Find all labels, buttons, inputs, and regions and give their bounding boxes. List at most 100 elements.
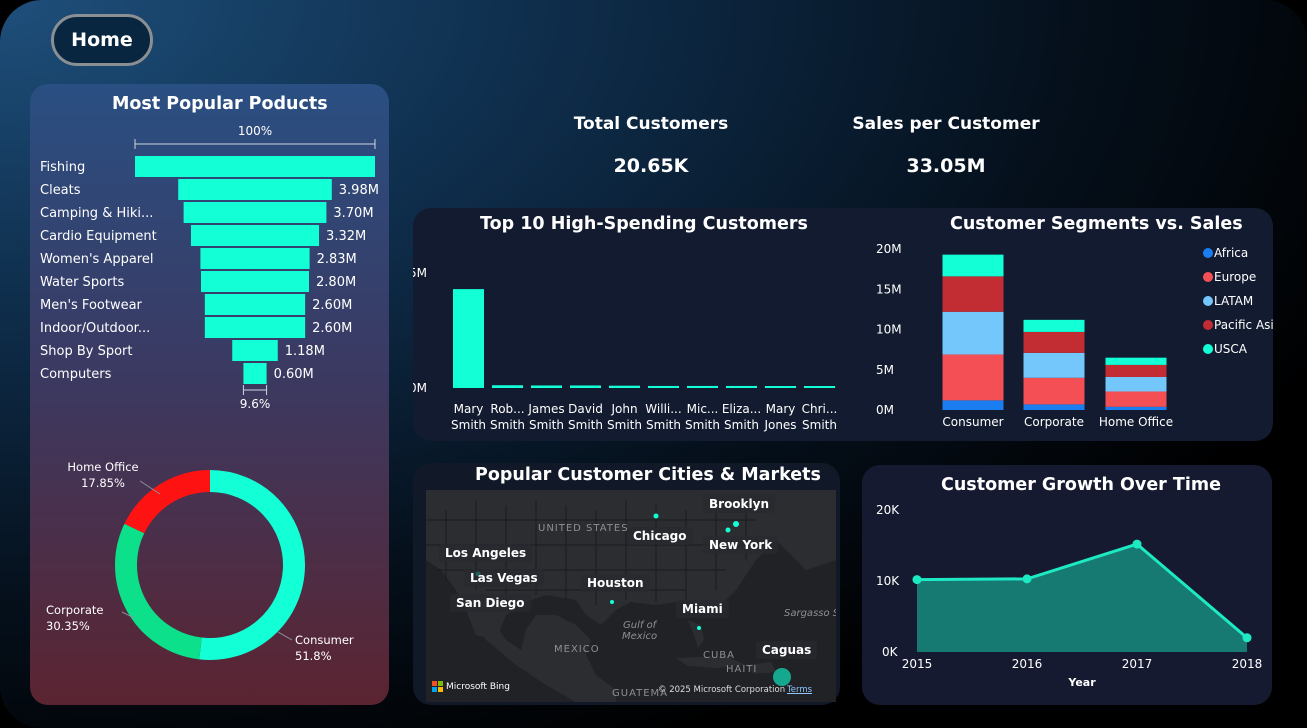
growth-y-tick: 10K bbox=[876, 574, 900, 588]
brooklyn-dot[interactable] bbox=[653, 513, 659, 519]
top-customer-bar bbox=[687, 385, 718, 388]
city-label-caguas[interactable]: Caguas bbox=[756, 641, 818, 659]
city-label-chicago[interactable]: Chicago bbox=[627, 527, 693, 545]
segment-bar-africa bbox=[942, 400, 1004, 410]
top-customer-last-name: Smith bbox=[646, 418, 681, 432]
city-label-new-york[interactable]: New York bbox=[703, 536, 779, 554]
segments-category-label: Corporate bbox=[1024, 415, 1084, 429]
top-customer-bar bbox=[531, 385, 562, 388]
products-panel: Most Popular Poducts 100% Fishing Cleats 3.… bbox=[30, 84, 389, 705]
top-customer-last-name: Smith bbox=[451, 418, 486, 432]
legend-label: Pacific Asia bbox=[1214, 318, 1273, 332]
map-terms-link[interactable]: Terms bbox=[787, 685, 812, 695]
top-customer-last-name: Smith bbox=[607, 418, 642, 432]
city-label-los-angeles[interactable]: Los Angeles bbox=[439, 544, 533, 562]
miami-dot[interactable] bbox=[697, 626, 701, 630]
legend-marker-africa bbox=[1203, 248, 1213, 258]
growth-x-tick: 2016 bbox=[1012, 657, 1043, 671]
top-y-tick: 5M bbox=[413, 266, 427, 280]
total-customers-value: 20.65K bbox=[613, 155, 689, 177]
geo-label-gulf: Gulf of bbox=[623, 620, 657, 631]
new-york-dot[interactable] bbox=[733, 521, 739, 527]
microsoft-logo-icon bbox=[432, 681, 443, 692]
legend-label: LATAM bbox=[1214, 294, 1253, 308]
growth-point bbox=[1022, 574, 1032, 584]
top-customer-last-name: Smith bbox=[529, 418, 564, 432]
growth-x-tick: 2017 bbox=[1122, 657, 1153, 671]
total-customers-title: Total Customers bbox=[573, 114, 729, 134]
donut-label-percent: 51.8% bbox=[295, 649, 332, 663]
legend-label: Africa bbox=[1214, 246, 1248, 260]
growth-point bbox=[1132, 539, 1142, 549]
growth-y-tick: 20K bbox=[876, 503, 900, 517]
legend-marker-latam bbox=[1203, 296, 1213, 306]
geo-label-cuba: CUBA bbox=[703, 650, 736, 661]
sales-per-customer-title: Sales per Customer bbox=[852, 114, 1040, 134]
top-customer-bar bbox=[726, 385, 757, 388]
geo-label-gulf-2: Mexico bbox=[622, 631, 658, 642]
city-label-las-vegas[interactable]: Las Vegas bbox=[464, 569, 544, 587]
florida-landmass bbox=[688, 620, 704, 648]
top-y-tick: 0M bbox=[413, 381, 427, 395]
top-customer-first-name: Eliza... bbox=[722, 402, 761, 416]
top-customer-first-name: David bbox=[568, 402, 603, 416]
geo-label-sargasso: Sargasso Se bbox=[784, 608, 836, 619]
segments-y-tick: 20M bbox=[876, 242, 902, 256]
dashboard: Home Most Popular Poducts 100% Fishing Cle… bbox=[0, 0, 1307, 728]
home-button[interactable]: Home bbox=[51, 14, 153, 66]
city-label-san-diego[interactable]: San Diego bbox=[450, 594, 531, 612]
legend-marker-usca bbox=[1203, 344, 1213, 354]
segment-bar-pacific-asia bbox=[942, 276, 1004, 312]
top-customer-bar bbox=[609, 385, 640, 388]
sales-per-customer-value: 33.05M bbox=[906, 155, 986, 177]
city-label-brooklyn[interactable]: Brooklyn bbox=[703, 495, 776, 513]
bing-attribution: Microsoft Bing bbox=[432, 681, 510, 692]
segment-bar-usca bbox=[942, 254, 1004, 277]
growth-point bbox=[1242, 633, 1252, 643]
segments-y-tick: 10M bbox=[876, 323, 902, 337]
top-customer-last-name: Smith bbox=[724, 418, 759, 432]
segment-bar-africa bbox=[1023, 404, 1085, 410]
geo-label-mexico: MEXICO bbox=[554, 644, 600, 655]
growth-x-tick: 2018 bbox=[1232, 657, 1263, 671]
city-map[interactable]: UNITED STATES MEXICO Gulf of Mexico CUBA… bbox=[426, 490, 836, 702]
donut-segment-consumer bbox=[199, 470, 305, 660]
segment-bar-usca bbox=[1023, 319, 1085, 332]
top-customer-first-name: Mary bbox=[454, 402, 484, 416]
segments-category-label: Consumer bbox=[942, 415, 1003, 429]
top-customer-bar bbox=[765, 386, 796, 388]
map-panel: Popular Customer Cities & Markets UNITED… bbox=[413, 463, 840, 705]
top-customer-first-name: Mic... bbox=[687, 402, 719, 416]
donut-label-percent: 17.85% bbox=[81, 476, 125, 490]
top-customer-first-name: Mary bbox=[766, 402, 796, 416]
growth-point bbox=[912, 575, 922, 585]
legend-label: Europe bbox=[1214, 270, 1256, 284]
top-customer-first-name: John bbox=[610, 402, 637, 416]
segment-bar-africa bbox=[1105, 406, 1167, 410]
top-customer-first-name: James bbox=[527, 402, 564, 416]
houston-dot[interactable] bbox=[610, 600, 614, 604]
top-customer-last-name: Smith bbox=[568, 418, 603, 432]
chicago-dot[interactable] bbox=[725, 527, 731, 533]
bing-label: Microsoft Bing bbox=[446, 681, 510, 692]
top-customer-bar bbox=[570, 385, 601, 388]
segment-bar-latam bbox=[1023, 352, 1085, 378]
city-label-houston[interactable]: Houston bbox=[581, 574, 650, 592]
legend-marker-pacific-asia bbox=[1203, 320, 1213, 330]
segment-bar-europe bbox=[942, 354, 1004, 401]
segment-bar-europe bbox=[1105, 391, 1167, 407]
map-copyright: © 2025 Microsoft Corporation bbox=[658, 685, 786, 695]
city-label-miami[interactable]: Miami bbox=[676, 600, 729, 618]
segment-bar-pacific-asia bbox=[1105, 364, 1167, 377]
segment-bar-latam bbox=[1105, 376, 1167, 392]
donut-segment-home-office bbox=[124, 470, 211, 534]
segment-bar-latam bbox=[942, 311, 1004, 355]
caguas-dot[interactable] bbox=[773, 668, 791, 686]
donut-segment-corporate bbox=[115, 523, 203, 660]
growth-panel: Customer Growth Over Time 20K 10K 0K 2015 20… bbox=[862, 465, 1272, 705]
segment-bar-pacific-asia bbox=[1023, 331, 1085, 353]
top-customer-first-name: Willi... bbox=[645, 402, 681, 416]
donut-label-name: Consumer bbox=[295, 633, 354, 647]
donut-leader-line bbox=[277, 631, 293, 641]
top-customer-last-name: Smith bbox=[490, 418, 525, 432]
